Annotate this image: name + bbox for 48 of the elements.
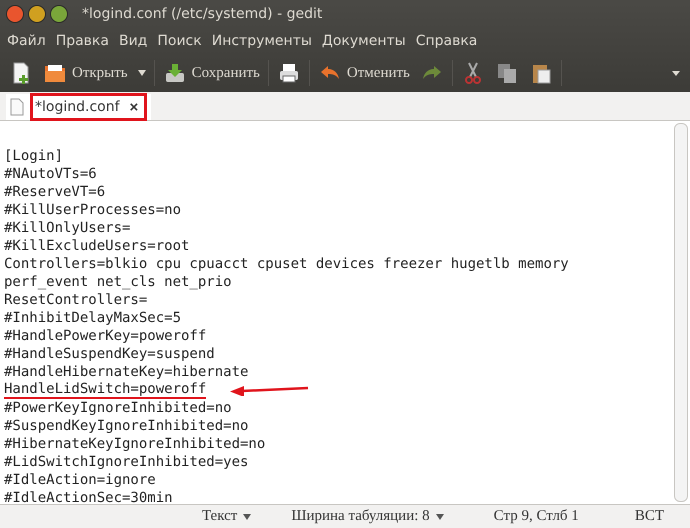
code-line: #KillOnlyUsers= — [4, 220, 130, 236]
code-line: #PowerKeyIgnoreInhibited=no — [4, 400, 232, 416]
save-button[interactable]: Сохранить — [158, 57, 265, 89]
code-line: HandleLidSwitch=poweroff — [4, 381, 206, 399]
minimize-window-button[interactable] — [28, 5, 46, 23]
code-line: #HandlePowerKey=poweroff — [4, 328, 206, 344]
text-editor[interactable] — [0, 121, 690, 505]
maximize-window-button[interactable] — [50, 5, 68, 23]
code-line: #LidSwitchIgnoreInhibited=yes — [4, 454, 248, 470]
document-tab[interactable]: *logind.conf × — [6, 94, 152, 120]
menu-item[interactable]: Поиск — [152, 33, 207, 49]
open-button[interactable]: Открыть — [38, 57, 133, 89]
code-line: #SuspendKeyIgnoreInhibited=no — [4, 418, 248, 434]
code-line: #KillUserProcesses=no — [4, 202, 182, 218]
code-line: #HandleHibernateKey=hibernate — [4, 364, 248, 380]
menu-item[interactable]: Справка — [410, 33, 482, 49]
close-tab-button[interactable]: × — [130, 98, 138, 116]
caret-icon — [671, 68, 681, 78]
code-line: #ReserveVT=6 — [4, 184, 106, 200]
code-line: [Login] — [4, 148, 64, 164]
menu-item[interactable]: Вид — [114, 33, 152, 49]
code-line: #IdleActionSec=30min — [4, 490, 173, 504]
code-line: #IdleAction=ignore — [4, 472, 156, 488]
caret-icon — [138, 70, 146, 76]
document-icon — [10, 98, 24, 116]
close-window-button[interactable] — [6, 5, 24, 23]
caret-icon — [436, 514, 444, 520]
code-line: #InhibitDelayMaxSec=5 — [4, 310, 182, 326]
menu-item[interactable]: Инструменты — [206, 33, 317, 49]
menu-item[interactable]: Правка — [50, 33, 114, 49]
scrollbar[interactable] — [674, 123, 688, 502]
cursor-position: Стр 9, Стлб 1 — [492, 508, 580, 525]
menu-item[interactable]: Файл — [2, 33, 51, 49]
window-title: *logind.conf (/etc/systemd) - gedit — [82, 6, 322, 22]
language-selector[interactable]: Текст — [182, 508, 272, 525]
code-line: ResetControllers= — [4, 292, 148, 308]
code-line: #HibernateKeyIgnoreInhibited=no — [4, 436, 266, 452]
tab-width-selector[interactable]: Ширина табуляции: 8 — [271, 508, 464, 525]
code-line: #HandleSuspendKey=suspend — [4, 346, 215, 362]
undo-button[interactable]: Отменить — [312, 57, 415, 89]
code-line: #KillExcludeUsers=root — [4, 238, 190, 254]
code-line: perf_event net_cls net_prio — [4, 274, 232, 290]
tab-label: *logind.conf — [35, 99, 120, 115]
insert-mode: ВСТ — [634, 508, 665, 525]
menu-item[interactable]: Документы — [316, 33, 411, 49]
code-line: #NAutoVTs=6 — [4, 166, 97, 182]
code-line: Controllers=blkio cpu cpuacct cpuset devices freezer hugetlb memory — [4, 256, 569, 272]
caret-icon — [243, 514, 252, 520]
